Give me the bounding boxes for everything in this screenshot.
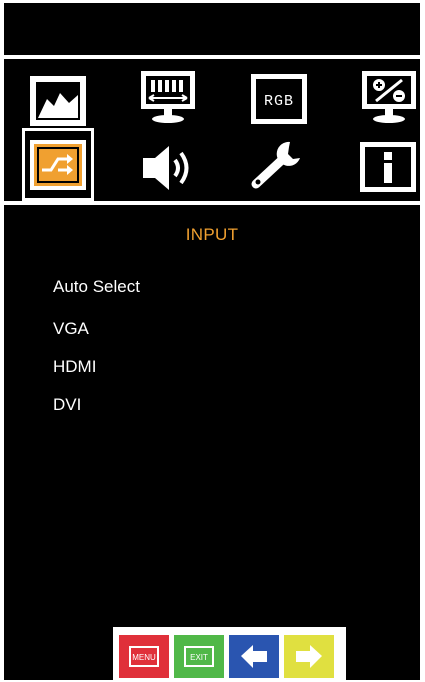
menu-button-label: MENU	[132, 653, 156, 662]
rgb-icon[interactable]: RGB	[248, 71, 310, 127]
option-dvi[interactable]: DVI	[53, 395, 81, 415]
display-adjust-icon[interactable]	[137, 69, 199, 125]
left-button[interactable]	[229, 635, 279, 678]
exit-button-label: EXIT	[190, 653, 208, 662]
menu-button[interactable]: MENU	[119, 635, 169, 678]
ratio-icon[interactable]	[358, 69, 420, 125]
option-auto-select[interactable]: Auto Select	[53, 277, 140, 297]
input-source-icon[interactable]	[27, 137, 89, 193]
picture-icon[interactable]	[27, 73, 89, 129]
mid-divider	[4, 201, 420, 205]
top-divider	[4, 55, 420, 59]
exit-button[interactable]: EXIT	[174, 635, 224, 678]
title-bar	[4, 3, 420, 55]
info-icon[interactable]	[357, 139, 419, 195]
option-hdmi[interactable]: HDMI	[53, 357, 96, 377]
control-button-bar: MENU EXIT	[113, 627, 346, 680]
option-vga[interactable]: VGA	[53, 319, 89, 339]
svg-text:RGB: RGB	[264, 93, 294, 110]
settings-wrench-icon[interactable]	[246, 138, 308, 194]
panel-title: INPUT	[185, 225, 239, 244]
osd-screen: RGB INPUT Auto Select VGA HDMI DVI	[4, 3, 420, 680]
audio-icon[interactable]	[137, 140, 199, 196]
right-button[interactable]	[284, 635, 334, 678]
